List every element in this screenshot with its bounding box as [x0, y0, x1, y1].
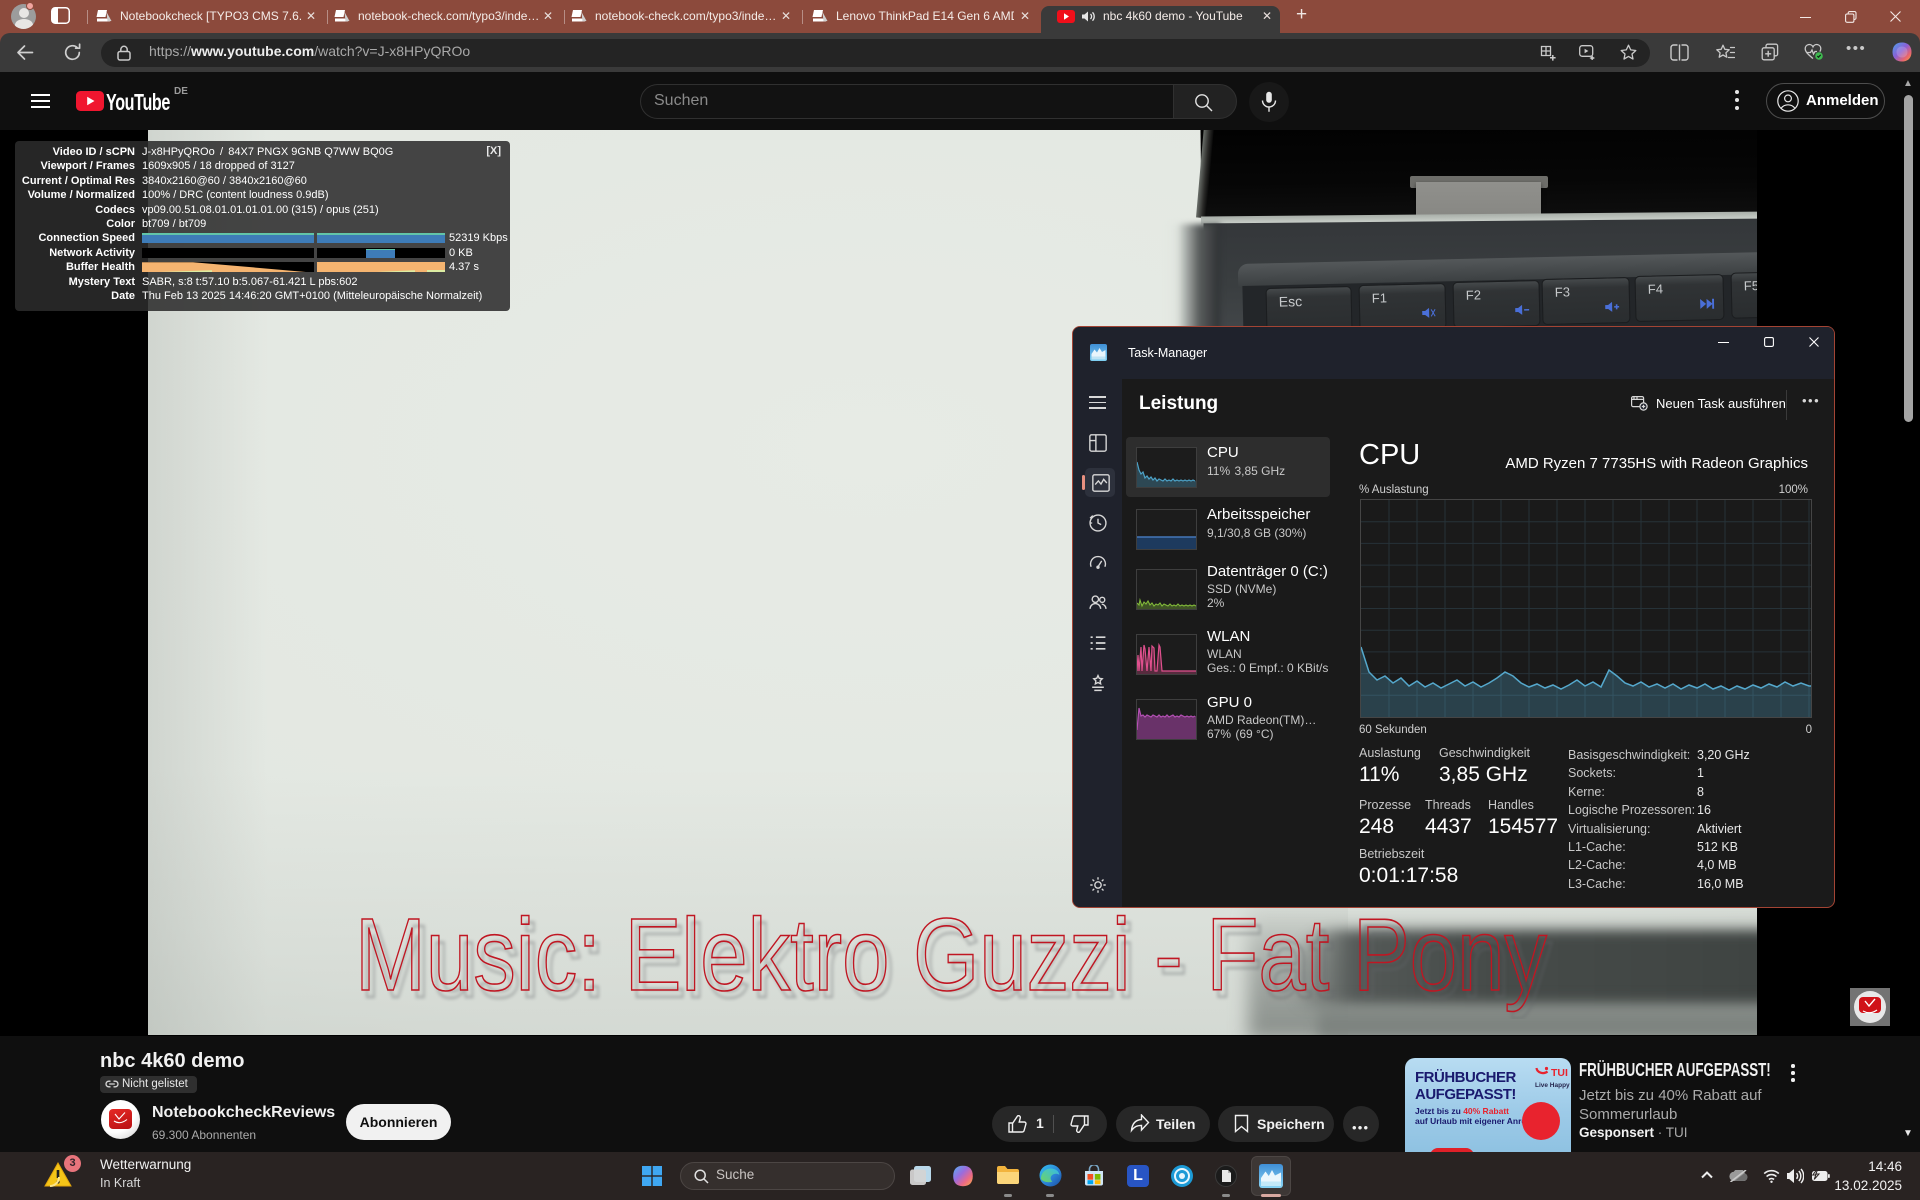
- svg-text:Music: Elektro Guzzi - Fat Pon: Music: Elektro Guzzi - Fat Pony: [355, 897, 1547, 1012]
